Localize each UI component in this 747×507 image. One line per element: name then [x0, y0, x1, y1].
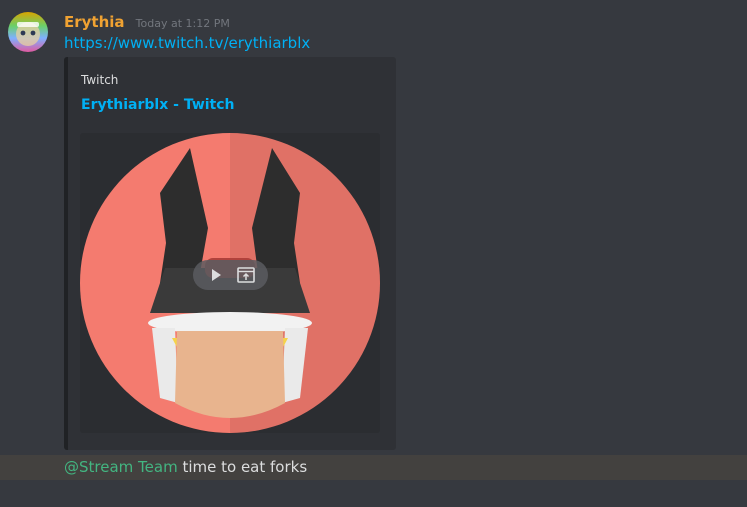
message-erythia: Erythia Today at 1:12 PM https://www.twi…: [0, 0, 747, 455]
avatar[interactable]: [8, 12, 48, 52]
username[interactable]: Erythia: [64, 13, 125, 31]
timestamp: Today at 1:12 PM: [135, 17, 230, 30]
link-embed: Twitch Erythiarblx - Twitch: [64, 57, 396, 450]
embed-provider: Twitch: [81, 73, 119, 87]
embed-title[interactable]: Erythiarblx - Twitch: [81, 97, 235, 113]
message-link[interactable]: https://www.twitch.tv/erythiarblx: [64, 34, 310, 52]
message-content: @Stream Team time to eat forks: [64, 458, 307, 476]
message-text: time to eat forks: [177, 458, 308, 476]
chat-area: Erythia Today at 1:12 PM https://www.twi…: [0, 0, 747, 507]
message-mention: @Stream Team time to eat forks: [0, 455, 747, 480]
role-mention[interactable]: @Stream Team: [64, 458, 178, 476]
video-controls: [193, 260, 268, 290]
message-header: Erythia Today at 1:12 PM: [64, 12, 230, 32]
popout-icon: [236, 267, 255, 283]
play-button[interactable]: [204, 263, 228, 287]
embed-thumbnail[interactable]: [80, 133, 380, 433]
popout-button[interactable]: [234, 263, 258, 287]
play-icon: [211, 269, 221, 281]
